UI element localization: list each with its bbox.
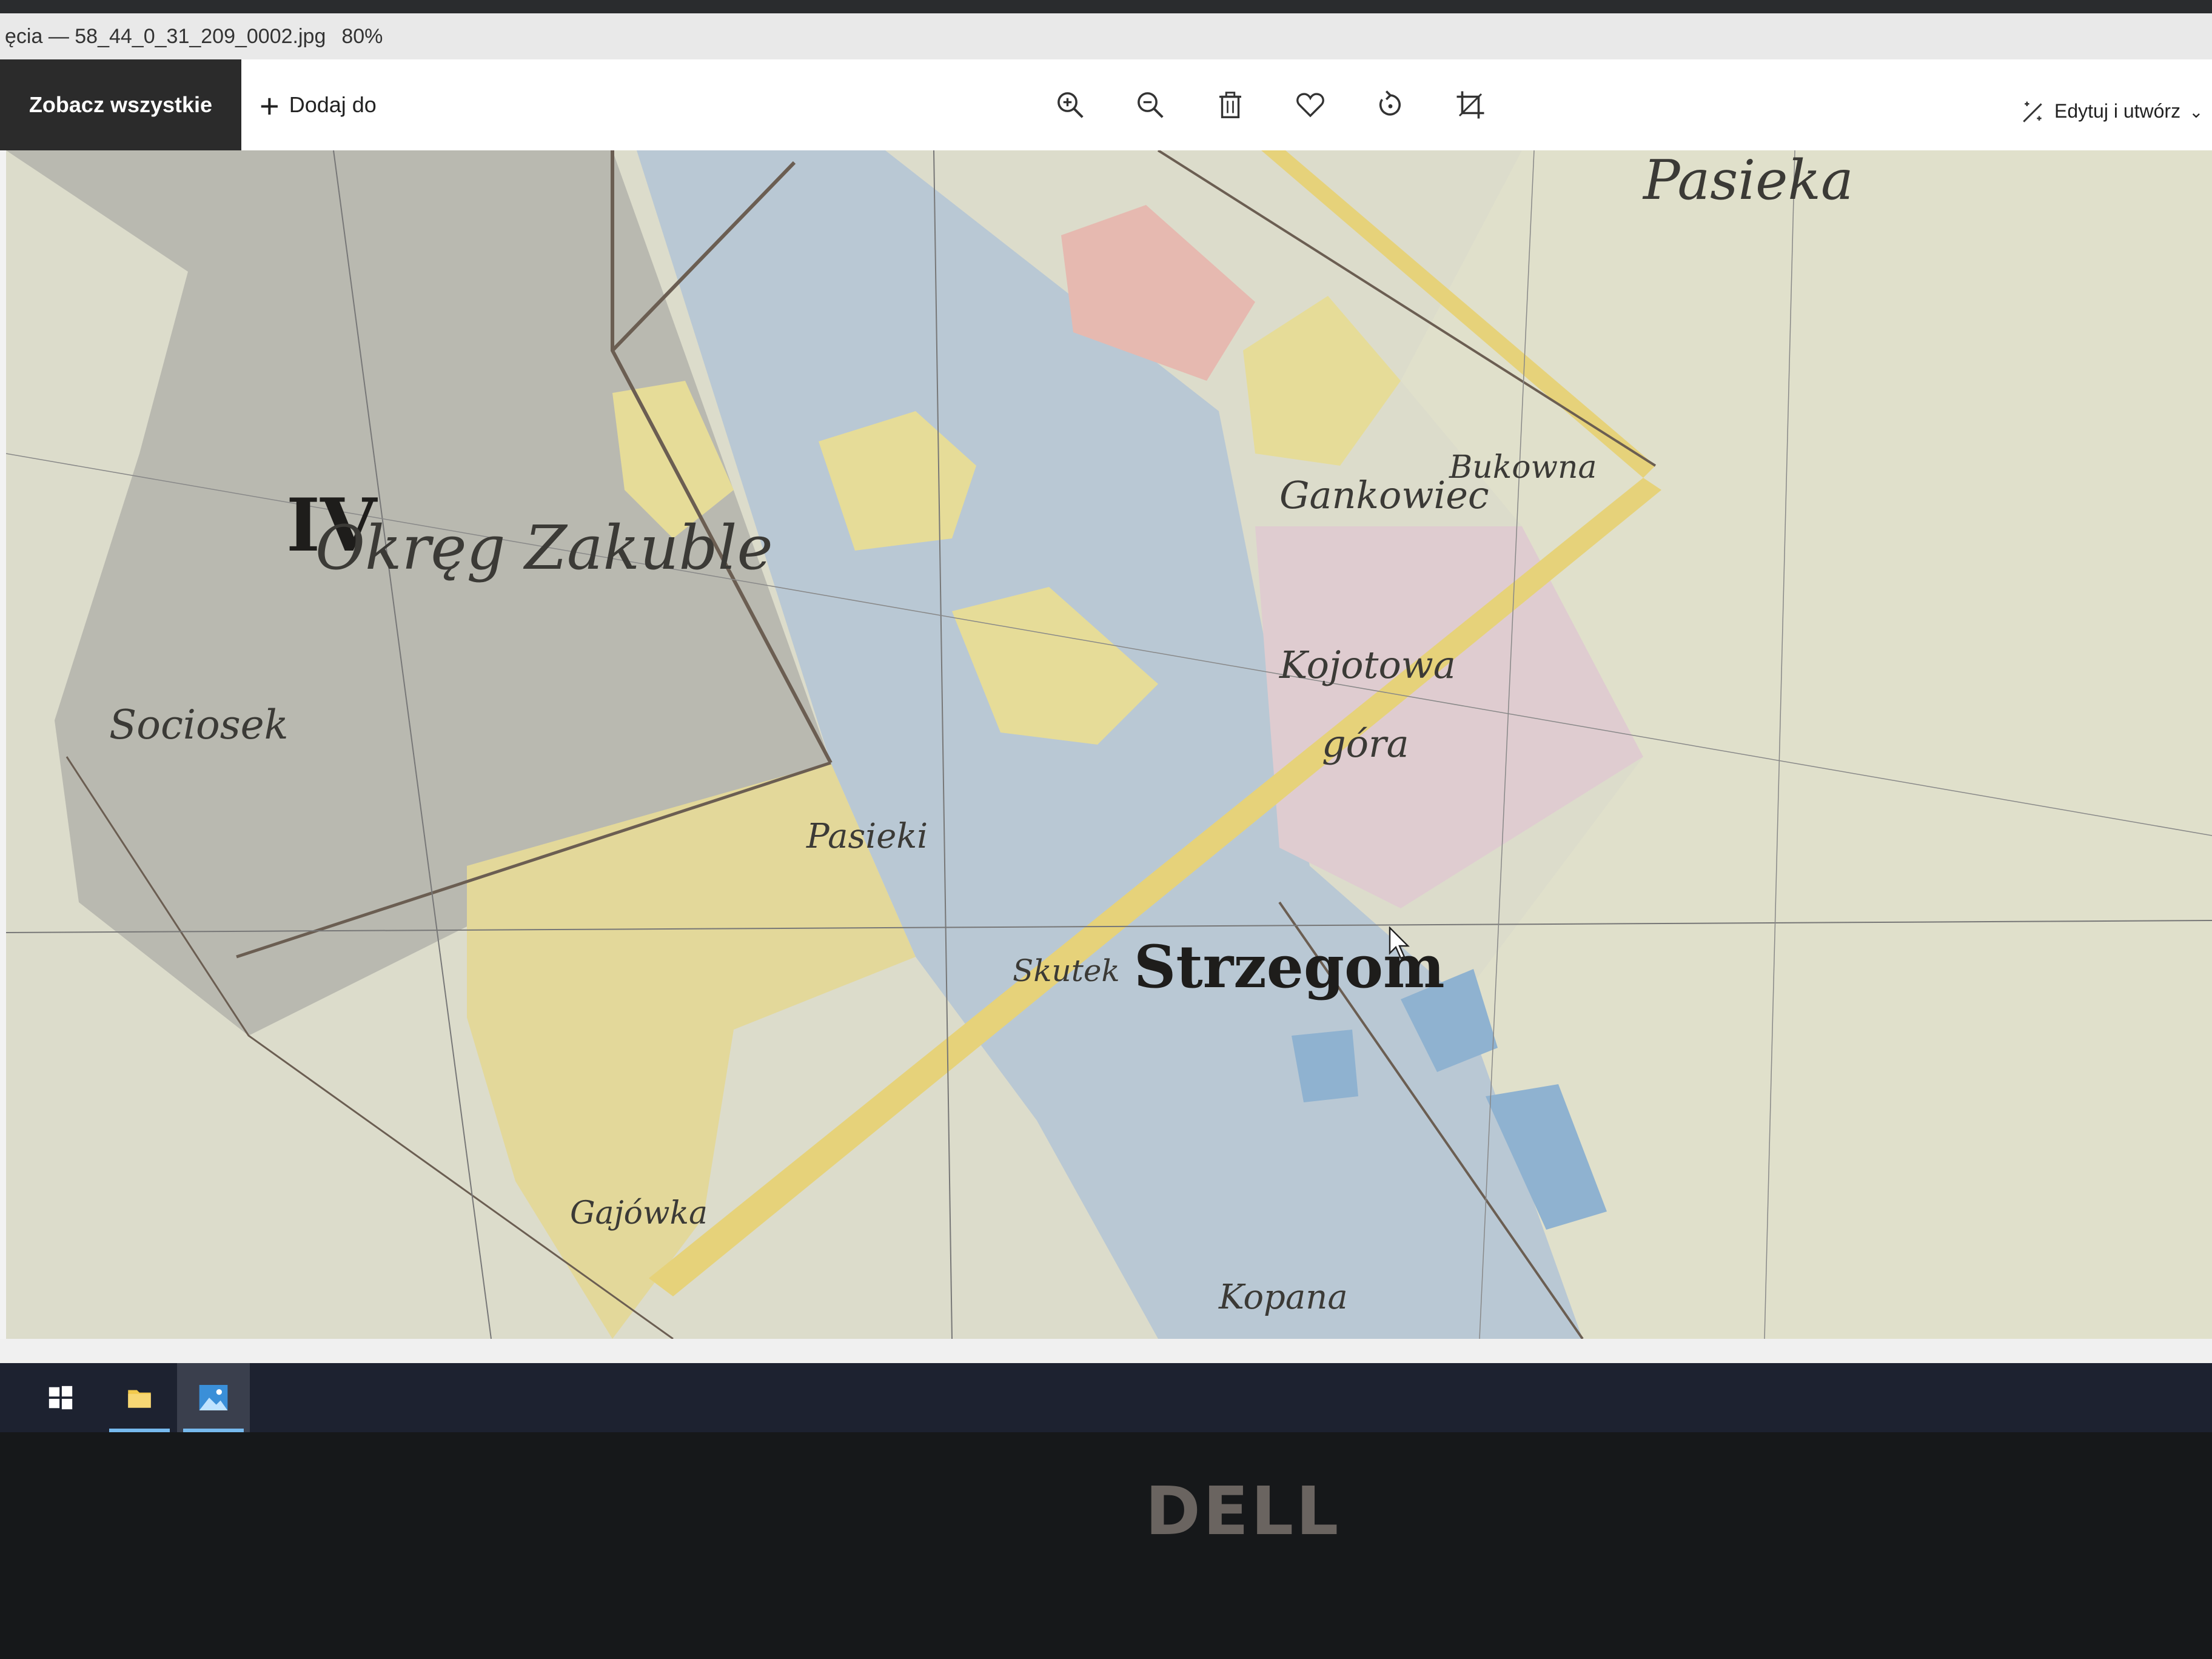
map-label-kojotowa: Kojotowa [1279, 643, 1456, 687]
mouse-cursor-icon [1389, 927, 1410, 959]
photos-toolbar: Zobacz wszystkie zdjęcia + Dodaj do [0, 59, 2212, 208]
favorite-icon [1296, 93, 1324, 118]
delete-button[interactable] [1203, 78, 1258, 132]
taskbar-file-explorer[interactable] [103, 1363, 176, 1432]
map-label-gajowka: Gajówka [570, 1195, 708, 1232]
zoom-in-icon [1057, 92, 1084, 118]
brand-logo: DELL [1091, 1467, 1395, 1564]
photos-app-icon [199, 1385, 228, 1410]
rotate-icon [1379, 90, 1401, 116]
zoom-in-button[interactable] [1043, 78, 1098, 132]
delete-icon [1219, 92, 1241, 118]
taskbar-photos-app[interactable] [177, 1363, 250, 1432]
map-label-skutek: Skutek [1013, 953, 1120, 988]
edit-label: Edytuj i utwórz [2054, 100, 2181, 122]
file-explorer-icon [128, 1390, 151, 1408]
zoom-out-button[interactable] [1123, 78, 1178, 132]
monitor-bezel-top [0, 0, 2212, 13]
window-title: ęcia — 58_44_0_31_209_0002.jpg [5, 25, 326, 48]
edit-and-create-button[interactable]: Edytuj i utwórz ⌄ [2019, 84, 2204, 138]
zoom-out-icon [1138, 92, 1164, 118]
photo-viewer-image[interactable]: IV Okręg Zakuble Sociosek Pasieki Strzeg… [6, 150, 2212, 1339]
dell-logo: DELL [1145, 1472, 1341, 1550]
rotate-button[interactable] [1363, 78, 1418, 132]
map-label-bukowna: Bukowna [1449, 449, 1597, 486]
favorite-button[interactable] [1283, 78, 1338, 132]
map-label-sociosek: Sociosek [109, 702, 289, 748]
historical-map: IV Okręg Zakuble Sociosek Pasieki Strzeg… [6, 150, 2212, 1339]
svg-text:DELL: DELL [1145, 1472, 1341, 1550]
plus-icon: + [260, 87, 280, 126]
add-to-label: Dodaj do [289, 92, 377, 117]
taskbar [0, 1363, 2212, 1432]
running-indicator [183, 1429, 244, 1432]
windows-start-icon [49, 1386, 73, 1410]
title-bar: ęcia — 58_44_0_31_209_0002.jpg 80% [0, 13, 2212, 59]
screen: ęcia — 58_44_0_31_209_0002.jpg 80% Zobacz… [0, 13, 2212, 1432]
map-label-pasieki: Pasieki [806, 817, 928, 856]
crop-button[interactable] [1443, 78, 1498, 132]
see-all-photos-button[interactable]: Zobacz wszystkie zdjęcia [0, 59, 241, 208]
chevron-down-icon: ⌄ [2189, 102, 2204, 121]
crop-icon [1456, 91, 1484, 119]
map-label-top-right: Pasieka [1642, 150, 1854, 212]
map-label-gora: góra [1322, 722, 1409, 766]
start-button[interactable] [24, 1363, 97, 1432]
add-to-button[interactable]: + Dodaj do [260, 59, 377, 150]
map-label-kopana: Kopana [1218, 1278, 1348, 1317]
viewer-bottom-edge [0, 1339, 2212, 1363]
running-indicator [109, 1429, 170, 1432]
edit-icon [2023, 101, 2042, 122]
map-label-district-name: Okręg Zakuble [315, 512, 773, 583]
zoom-level: 80% [341, 25, 383, 48]
